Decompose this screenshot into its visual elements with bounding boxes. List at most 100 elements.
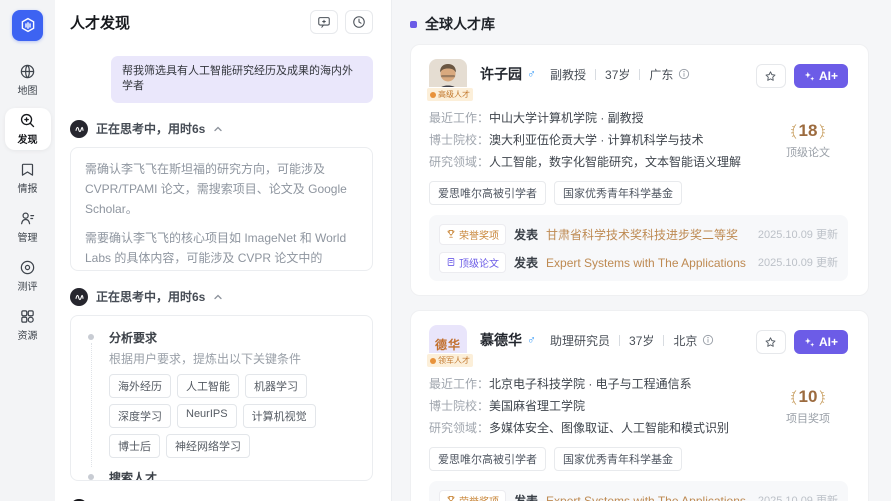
news-row[interactable]: 荣誉奖项 发表 甘肃省科学技术奖科技进步奖二等奖 2025.10.09 更新 xyxy=(439,220,838,248)
ai-plus-button[interactable]: AI+ xyxy=(794,64,848,88)
talent-panel: 全球人才库 高级人才 许子园 ♂ xyxy=(392,0,891,501)
talent-name[interactable]: 许子园 xyxy=(480,64,522,84)
news-date: 2025.10.09 更新 xyxy=(758,226,838,242)
chat-panel: 人才发现 帮我筛选具有人工智能研究经历及成果的海内外学者 正在思考中，用时6s xyxy=(55,0,392,501)
sidebar-item-label: 情报 xyxy=(18,180,38,195)
news-link[interactable]: Expert Systems with The Applications new… xyxy=(546,254,750,271)
keyword-chips: 海外经历 人工智能 机器学习 深度学习 NeurIPS 计算机视觉 博士后 神经… xyxy=(109,374,358,458)
news-badge-award: 荣誉奖项 xyxy=(439,224,506,245)
sidebar-item-label: 地图 xyxy=(18,82,38,97)
talent-level-badge: 高级人才 xyxy=(426,87,474,102)
ai-plus-label: AI+ xyxy=(819,335,838,349)
new-chat-icon xyxy=(317,15,331,29)
news-row[interactable]: 顶级论文 发表 Expert Systems with The Applicat… xyxy=(439,248,838,276)
divider xyxy=(595,69,596,80)
step-bullet-icon xyxy=(88,334,94,340)
talent-name[interactable]: 慕德华 xyxy=(480,330,522,350)
field-label: 博士院校： xyxy=(429,395,489,417)
info-icon[interactable] xyxy=(678,68,690,80)
sparkle-icon xyxy=(804,71,815,82)
field-value: 澳大利亚伍伦贡大学 · 计算机科学与技术 xyxy=(489,129,704,151)
trophy-icon xyxy=(446,229,456,239)
talent-summary: 慕德华 ♂ 助理研究员 37岁 北京 xyxy=(480,325,756,350)
sidebar-item-assess[interactable]: 测评 xyxy=(5,255,51,297)
field-value: 人工智能，数字化智能研究，文本智能语义理解 xyxy=(489,151,741,173)
medal-icon xyxy=(430,358,436,364)
stat-label: 项目奖项 xyxy=(786,410,830,426)
talent-stat: 10 项目奖项 xyxy=(786,387,830,426)
field-value: 美国麻省理工学院 xyxy=(489,395,585,417)
laurel-right-icon xyxy=(819,389,827,406)
ai-plus-button[interactable]: AI+ xyxy=(794,330,848,354)
divider xyxy=(619,335,620,346)
step-title: 分析要求 xyxy=(109,329,358,346)
favorite-button[interactable] xyxy=(756,64,786,88)
card-actions: AI+ xyxy=(756,59,848,88)
field-value: 北京电子科技学院 · 电子与工程通信系 xyxy=(489,373,692,395)
news-row[interactable]: 荣誉奖项 发表 Expert Systems with The Applicat… xyxy=(439,486,838,501)
user-manage-icon xyxy=(19,210,36,227)
stat-value: 10 xyxy=(799,387,818,407)
talent-location: 广东 xyxy=(649,66,673,83)
male-icon: ♂ xyxy=(527,333,536,347)
sidebar-item-manage[interactable]: 管理 xyxy=(5,206,51,248)
sidebar-item-resource[interactable]: 资源 xyxy=(5,304,51,346)
talent-header: 全球人才库 xyxy=(392,13,891,35)
field-label: 最近工作： xyxy=(429,107,489,129)
keyword-chip: 人工智能 xyxy=(177,374,239,398)
section-bullet-icon xyxy=(410,21,417,28)
talent-card: 德华 领军人才 慕德华 ♂ 助理研究员 37岁 xyxy=(410,310,869,501)
thinking-paragraph: 需确认李飞飞在斯坦福的研究方向，可能涉及 CVPR/TPAMI 论文，需搜索项目… xyxy=(85,159,358,219)
history-clock-icon xyxy=(352,15,366,29)
sidebar-item-map[interactable]: 地图 xyxy=(5,59,51,101)
thinking-header-1[interactable]: 正在思考中，用时6s xyxy=(70,120,373,138)
target-icon xyxy=(19,259,36,276)
avatar-wrap: 德华 领军人才 xyxy=(429,325,467,363)
talent-age: 37岁 xyxy=(629,332,654,349)
talent-library-title: 全球人才库 xyxy=(425,14,495,34)
bookmark-icon xyxy=(19,161,36,178)
app-logo-icon[interactable] xyxy=(12,10,43,41)
keyword-chip: 深度学习 xyxy=(109,404,171,428)
divider xyxy=(663,335,664,346)
thinking-status: 正在思考中，用时6s xyxy=(96,288,205,305)
globe-icon xyxy=(19,63,36,80)
talent-position: 副教授 xyxy=(550,66,586,83)
news-action: 发表 xyxy=(514,492,538,501)
news-block: 荣誉奖项 发表 甘肃省科学技术奖科技进步奖二等奖 2025.10.09 更新 顶… xyxy=(429,215,848,281)
thinking-header-2[interactable]: 正在思考中，用时6s xyxy=(70,288,373,306)
field-value: 中山大学计算机学院 · 副教授 xyxy=(489,107,644,129)
sidebar: 地图 发现 情报 管理 xyxy=(0,0,55,501)
field-label: 研究领域： xyxy=(429,151,489,173)
card-actions: AI+ xyxy=(756,325,848,354)
sidebar-item-intel[interactable]: 情报 xyxy=(5,157,51,199)
news-badge-award: 荣誉奖项 xyxy=(439,490,506,501)
news-badge-paper: 顶级论文 xyxy=(439,252,506,273)
new-chat-button[interactable] xyxy=(310,10,338,34)
favorite-button[interactable] xyxy=(756,330,786,354)
sidebar-item-discover[interactable]: 发现 xyxy=(5,108,51,150)
card-header: 高级人才 许子园 ♂ 副教授 37岁 广东 xyxy=(429,59,848,97)
chevron-up-icon xyxy=(213,124,223,134)
news-badge-label: 荣誉奖项 xyxy=(459,493,499,501)
sidebar-item-label: 发现 xyxy=(18,131,38,146)
sidebar-item-label: 资源 xyxy=(18,327,38,342)
news-link[interactable]: Expert Systems with The Applications new… xyxy=(546,492,750,501)
plan-step-analyze: 分析要求 根据用户要求，提炼出以下关键条件 海外经历 人工智能 机器学习 深度学… xyxy=(85,329,358,458)
thinking-box-1: 需确认李飞飞在斯坦福的研究方向，可能涉及 CVPR/TPAMI 论文，需搜索项目… xyxy=(70,147,373,271)
medal-icon xyxy=(430,92,436,98)
stat-value: 18 xyxy=(799,121,818,141)
user-message-row: 帮我筛选具有人工智能研究经历及成果的海内外学者 xyxy=(70,56,373,103)
info-icon[interactable] xyxy=(702,334,714,346)
news-badge-label: 荣誉奖项 xyxy=(459,227,499,242)
news-link[interactable]: 甘肃省科学技术奖科技进步奖二等奖 xyxy=(546,226,738,243)
talent-age: 37岁 xyxy=(605,66,630,83)
honor-tag: 爱思唯尔高被引学者 xyxy=(429,447,546,471)
keyword-chip: 海外经历 xyxy=(109,374,171,398)
stat-label: 顶级论文 xyxy=(786,144,830,160)
field-label: 最近工作： xyxy=(429,373,489,395)
keyword-chip: 博士后 xyxy=(109,434,160,458)
field-label: 研究领域： xyxy=(429,417,489,439)
history-button[interactable] xyxy=(345,10,373,34)
talent-summary: 许子园 ♂ 副教授 37岁 广东 xyxy=(480,59,756,84)
